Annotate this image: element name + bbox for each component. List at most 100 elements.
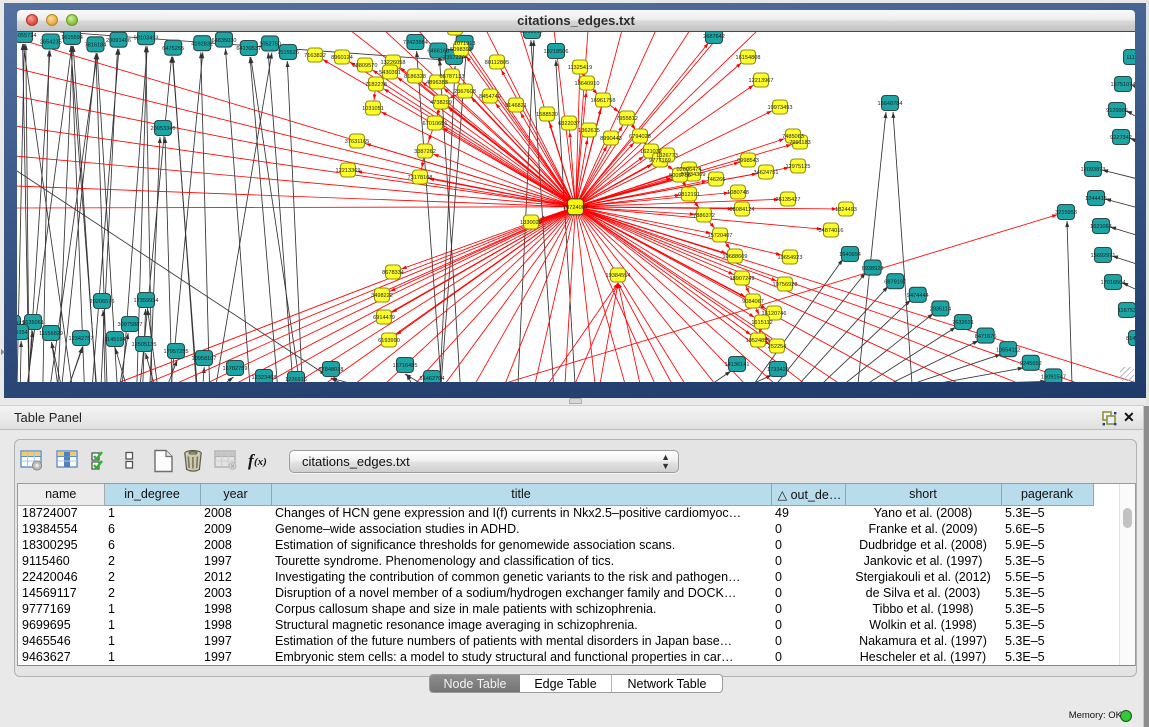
svg-text:7485063: 7485063 xyxy=(782,134,804,140)
svg-text:9146821: 9146821 xyxy=(505,103,527,109)
svg-text:72423884: 72423884 xyxy=(403,40,428,46)
svg-text:39154: 39154 xyxy=(17,330,28,336)
svg-text:1226916: 1226916 xyxy=(285,377,307,382)
svg-text:67010651: 67010651 xyxy=(423,121,448,127)
svg-text:93103413: 93103413 xyxy=(134,35,159,41)
svg-text:34624751: 34624751 xyxy=(754,170,779,176)
svg-text:1330029: 1330029 xyxy=(520,220,542,226)
svg-text:6322037: 6322037 xyxy=(558,121,580,127)
svg-text:14136141: 14136141 xyxy=(725,362,750,368)
svg-text:73178108: 73178108 xyxy=(408,175,433,181)
svg-text:10973493: 10973493 xyxy=(768,105,793,111)
svg-text:1326773: 1326773 xyxy=(656,153,678,159)
svg-text:16120746: 16120746 xyxy=(762,311,787,317)
svg-text:7163822: 7163822 xyxy=(304,53,326,59)
svg-text:16961758: 16961758 xyxy=(591,98,616,104)
svg-text:1588520: 1588520 xyxy=(536,112,558,118)
svg-text:9129906: 9129906 xyxy=(1106,108,1128,114)
svg-text:30975887: 30975887 xyxy=(118,322,143,328)
svg-text:15751074: 15751074 xyxy=(1111,82,1135,88)
svg-text:8186328: 8186328 xyxy=(404,74,426,80)
svg-text:18724007: 18724007 xyxy=(563,205,588,211)
svg-text:8990443: 8990443 xyxy=(600,136,622,142)
svg-text:7515526: 7515526 xyxy=(277,50,299,56)
svg-text:1733426: 1733426 xyxy=(767,367,789,373)
svg-text:6466160: 6466160 xyxy=(427,49,449,55)
svg-text:15720407: 15720407 xyxy=(708,233,733,239)
svg-text:9245652: 9245652 xyxy=(1020,361,1042,367)
svg-text:10654112: 10654112 xyxy=(996,347,1020,353)
svg-text:4192832: 4192832 xyxy=(191,41,213,47)
svg-text:11156829: 11156829 xyxy=(39,331,63,337)
svg-text:6998543: 6998543 xyxy=(737,158,759,164)
svg-text:19654923: 19654923 xyxy=(778,255,803,261)
svg-text:16648784: 16648784 xyxy=(878,101,903,107)
svg-text:80112805: 80112805 xyxy=(485,60,509,66)
svg-text:28809570: 28809570 xyxy=(353,63,378,69)
svg-text:3215958: 3215958 xyxy=(1055,210,1077,216)
svg-text:18907249: 18907249 xyxy=(730,276,755,282)
svg-text:12342757: 12342757 xyxy=(69,336,94,342)
svg-text:14055724: 14055724 xyxy=(17,33,36,39)
svg-text:19756928: 19756928 xyxy=(773,282,798,288)
svg-text:1244415: 1244415 xyxy=(1085,196,1107,202)
svg-text:15716485: 15716485 xyxy=(393,363,418,369)
svg-text:9474444: 9474444 xyxy=(907,293,929,299)
svg-text:37631165: 37631165 xyxy=(345,139,369,145)
svg-text:1615112: 1615112 xyxy=(751,320,772,326)
svg-text:10958107: 10958107 xyxy=(192,356,217,362)
svg-text:(x): (x) xyxy=(254,456,267,468)
svg-text:12213967: 12213967 xyxy=(749,78,774,84)
svg-text:18640910: 18640910 xyxy=(575,81,600,87)
svg-text:6475255: 6475255 xyxy=(162,46,184,52)
svg-text:16091547: 16091547 xyxy=(1041,375,1066,381)
svg-text:20091406: 20091406 xyxy=(106,38,131,44)
svg-text:7816184: 7816184 xyxy=(85,43,107,49)
svg-text:252254: 252254 xyxy=(768,344,787,350)
svg-text:17016504: 17016504 xyxy=(1101,280,1126,286)
svg-text:5430391: 5430391 xyxy=(379,70,401,76)
svg-text:7182278: 7182278 xyxy=(365,82,387,88)
svg-text:1615594: 1615594 xyxy=(61,35,83,41)
svg-text:3387262: 3387262 xyxy=(414,149,436,155)
svg-text:2687642: 2687642 xyxy=(703,34,725,40)
svg-text:4738299: 4738299 xyxy=(430,100,452,106)
svg-text:51462704: 51462704 xyxy=(420,376,445,382)
svg-text:8678334: 8678334 xyxy=(382,270,404,276)
svg-text:1031051: 1031051 xyxy=(362,106,384,112)
svg-text:9084067: 9084067 xyxy=(742,299,764,305)
svg-text:1362615: 1362615 xyxy=(578,128,600,134)
svg-text:1635061: 1635061 xyxy=(22,320,44,326)
svg-text:19384554: 19384554 xyxy=(606,273,631,279)
svg-text:5098393: 5098393 xyxy=(450,47,472,53)
svg-text:6794028: 6794028 xyxy=(629,134,651,140)
svg-text:12323468: 12323468 xyxy=(252,375,277,381)
svg-text:16782759: 16782759 xyxy=(223,366,248,372)
svg-text:7991183: 7991183 xyxy=(789,140,810,146)
svg-text:8454749: 8454749 xyxy=(479,94,501,100)
svg-text:7357224: 7357224 xyxy=(443,55,465,61)
svg-text:25135427: 25135427 xyxy=(776,197,801,203)
svg-text:2935114: 2935114 xyxy=(930,307,951,313)
svg-text:65787133: 65787133 xyxy=(440,74,465,80)
svg-text:8813054: 8813054 xyxy=(521,32,543,35)
svg-text:17359934: 17359934 xyxy=(134,298,159,304)
svg-text:98084124: 98084124 xyxy=(730,207,755,213)
svg-text:12505135: 12505135 xyxy=(132,342,157,348)
svg-text:9227342: 9227342 xyxy=(1110,135,1132,141)
svg-text:1824493: 1824493 xyxy=(835,207,857,213)
svg-text:6914479: 6914479 xyxy=(373,315,395,321)
svg-text:8471676: 8471676 xyxy=(975,334,997,340)
svg-text:0812191: 0812191 xyxy=(678,192,700,198)
svg-text:1117: 1117 xyxy=(1126,55,1135,61)
svg-text:12975125: 12975125 xyxy=(786,164,811,170)
svg-text:7886372: 7886372 xyxy=(693,213,715,219)
svg-text:3498222: 3498222 xyxy=(371,293,393,299)
svg-text:116753: 116753 xyxy=(1118,308,1135,314)
svg-text:64835030: 64835030 xyxy=(212,38,237,44)
svg-text:97848018: 97848018 xyxy=(319,367,344,373)
svg-text:19218506: 19218506 xyxy=(544,49,569,55)
svg-text:1071913: 1071913 xyxy=(454,41,476,47)
svg-text:17957255: 17957255 xyxy=(164,349,189,355)
svg-text:1052760: 1052760 xyxy=(259,42,281,48)
